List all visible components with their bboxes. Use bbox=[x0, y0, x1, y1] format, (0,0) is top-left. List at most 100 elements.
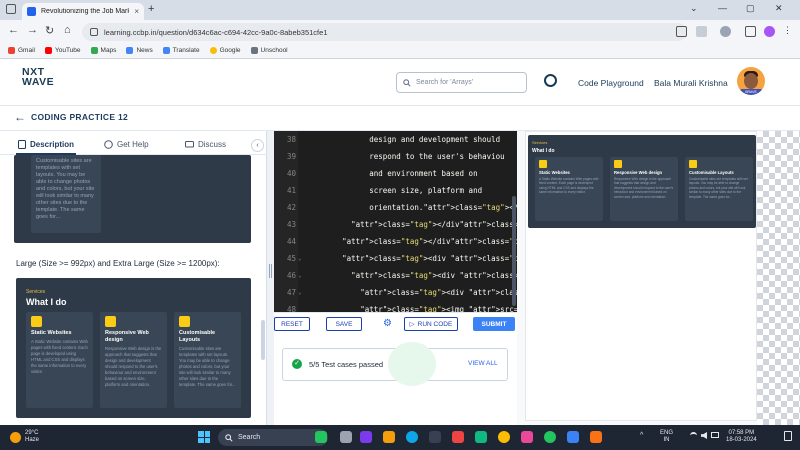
bookmark-youtube[interactable]: YouTube bbox=[44, 47, 81, 54]
site-info-icon[interactable] bbox=[90, 28, 98, 36]
task-view-icon[interactable] bbox=[340, 431, 352, 443]
unschool-icon bbox=[250, 47, 258, 54]
run-code-button[interactable]: ▷ RUN CODE bbox=[404, 317, 458, 331]
code-line[interactable]: 41 screen size, platform and bbox=[274, 182, 517, 199]
code-text: respond to the user's behaviou bbox=[306, 152, 505, 161]
splitter-handle-icon[interactable] bbox=[269, 264, 272, 278]
teams-icon[interactable] bbox=[360, 431, 372, 443]
pink-app-icon[interactable] bbox=[521, 431, 533, 443]
view-all-button[interactable]: VIEW ALL bbox=[468, 360, 498, 367]
reset-button[interactable]: RESET bbox=[274, 317, 310, 331]
tab-discuss[interactable]: Discuss bbox=[185, 140, 226, 149]
bookmark-news[interactable]: News bbox=[126, 47, 153, 54]
language-indicator[interactable]: ENG IN bbox=[660, 430, 673, 444]
panel-splitter[interactable] bbox=[267, 131, 274, 425]
green-app-icon[interactable] bbox=[315, 431, 327, 443]
code-line[interactable]: 45 ⌄ "attr">class="tag"><div "attr">class… bbox=[274, 250, 627, 267]
bookmark-translate[interactable]: Translate bbox=[162, 47, 200, 54]
search-input[interactable]: Search for 'Arrays' bbox=[396, 72, 527, 93]
tab-search-icon[interactable]: ⌄ bbox=[690, 3, 698, 14]
fold-chevron-icon[interactable]: ⌄ bbox=[298, 255, 306, 262]
temperature: 29°C bbox=[25, 430, 39, 436]
tab-get-help[interactable]: Get Help bbox=[104, 140, 149, 149]
vscode-icon[interactable] bbox=[567, 431, 579, 443]
collapse-panel-button[interactable]: ‹ bbox=[251, 139, 264, 152]
search-icon bbox=[225, 433, 233, 442]
fold-chevron-icon[interactable]: ⌄ bbox=[298, 289, 306, 296]
minimize-button[interactable]: — bbox=[718, 3, 727, 13]
address-bar[interactable]: learning.ccbp.in/question/d634c6ac-c694-… bbox=[82, 23, 687, 41]
forward-button[interactable]: → bbox=[27, 24, 38, 36]
editor-scrollbar[interactable] bbox=[512, 196, 516, 306]
back-button[interactable]: ← bbox=[8, 24, 19, 36]
bookmark-star-icon[interactable] bbox=[696, 26, 707, 37]
maximize-button[interactable]: ▢ bbox=[746, 3, 755, 14]
submit-button[interactable]: SUBMIT bbox=[473, 317, 515, 331]
battery-icon bbox=[711, 432, 719, 438]
whatsapp-icon[interactable] bbox=[544, 431, 556, 443]
tab-close-icon[interactable]: × bbox=[134, 7, 139, 16]
file-explorer-icon[interactable] bbox=[383, 431, 395, 443]
preview-service-card: Static Websites A Static Website contain… bbox=[535, 157, 603, 221]
browser-menu-icon[interactable]: ⋮ bbox=[783, 25, 792, 36]
service-card: Customisable Layouts Customisable sites … bbox=[174, 312, 241, 408]
code-line[interactable]: 47⌄ "attr">class="tag"><div "attr">class… bbox=[274, 284, 690, 301]
side-panel-icon[interactable] bbox=[745, 26, 756, 37]
bookmark-maps[interactable]: Maps bbox=[90, 47, 116, 54]
close-window-button[interactable]: ✕ bbox=[775, 3, 783, 14]
chrome-icon[interactable] bbox=[498, 431, 510, 443]
bookmark-gmail[interactable]: Gmail bbox=[8, 47, 35, 54]
code-playground-link[interactable]: Code Playground bbox=[578, 78, 644, 88]
back-arrow-icon[interactable]: ← bbox=[14, 110, 26, 124]
start-button[interactable] bbox=[198, 431, 210, 443]
code-text: and environment based on bbox=[306, 169, 478, 178]
tray-chevron-icon[interactable]: ^ bbox=[640, 432, 643, 439]
youtube-icon bbox=[44, 47, 52, 54]
weather-widget[interactable]: 29°C Haze bbox=[10, 430, 39, 444]
new-tab-button[interactable]: + bbox=[148, 3, 154, 15]
brave-icon[interactable] bbox=[590, 431, 602, 443]
preview-service-card: Customisable Layouts Customisable sites … bbox=[685, 157, 753, 221]
code-line[interactable]: 39 respond to the user's behaviou bbox=[274, 148, 517, 165]
size-heading: Large (Size >= 992px) and Extra Large (S… bbox=[16, 259, 220, 268]
streak-icon[interactable] bbox=[544, 74, 557, 87]
code-line[interactable]: 42 orientation."attr">class="tag"></p"at… bbox=[274, 199, 613, 216]
home-button[interactable]: ⌂ bbox=[64, 24, 71, 36]
code-line[interactable]: 40 and environment based on bbox=[274, 165, 517, 182]
sun-icon bbox=[10, 431, 21, 443]
edge-icon[interactable] bbox=[406, 431, 418, 443]
chat-app-icon[interactable] bbox=[475, 431, 487, 443]
user-name[interactable]: Bala Murali Krishna bbox=[654, 78, 728, 88]
tab-description[interactable]: Description bbox=[18, 140, 74, 149]
transparent-background bbox=[757, 131, 800, 425]
line-number: 42 bbox=[286, 203, 296, 212]
code-line[interactable]: 44 "attr">class="tag"></div"attr">class=… bbox=[274, 233, 541, 250]
bookmark-google[interactable]: Google bbox=[209, 47, 241, 54]
code-line[interactable]: 46 ⌄ "attr">class="tag"><div "attr">class… bbox=[274, 267, 690, 284]
profile-icon[interactable] bbox=[764, 26, 775, 37]
save-button[interactable]: SAVE bbox=[326, 317, 362, 331]
system-tray-icons[interactable] bbox=[690, 432, 720, 442]
tab-list-icon[interactable] bbox=[6, 4, 16, 14]
avatar[interactable]: BRAVE bbox=[737, 67, 765, 95]
bookmark-unschool[interactable]: Unschool bbox=[250, 47, 288, 54]
windows-taskbar bbox=[0, 425, 800, 450]
reload-button[interactable]: ↻ bbox=[45, 24, 54, 37]
nxtwave-logo[interactable]: NXT WAVE bbox=[22, 67, 54, 88]
code-line[interactable]: 38 design and development should bbox=[274, 131, 517, 148]
browser-tab[interactable]: Revolutionizing the Job Market × bbox=[22, 3, 144, 20]
store-icon[interactable] bbox=[429, 431, 441, 443]
extensions-icon[interactable] bbox=[720, 26, 731, 37]
notifications-icon[interactable] bbox=[784, 431, 792, 441]
clock[interactable]: 07:58 PM 18-03-2024 bbox=[726, 430, 757, 444]
service-card: Static Websites A Static Website contain… bbox=[26, 312, 93, 408]
chat-icon bbox=[185, 140, 194, 147]
gear-icon[interactable]: ⚙ bbox=[383, 318, 392, 329]
left-scrollbar[interactable] bbox=[261, 320, 265, 360]
taskbar-search[interactable]: Search bbox=[218, 429, 328, 446]
fold-chevron-icon[interactable]: ⌄ bbox=[298, 272, 306, 279]
red-app-icon[interactable] bbox=[452, 431, 464, 443]
play-icon: ▷ bbox=[409, 321, 415, 328]
install-icon[interactable] bbox=[676, 26, 687, 37]
code-line[interactable]: 43 "attr">class="tag"></div"attr">class=… bbox=[274, 216, 550, 233]
